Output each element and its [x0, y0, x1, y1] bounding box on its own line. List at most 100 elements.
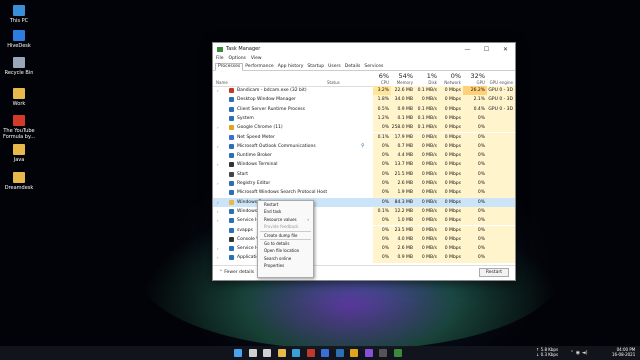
start-icon[interactable]	[234, 349, 242, 357]
menu-options[interactable]: Options	[229, 56, 246, 61]
context-menu-item[interactable]: Create dump file	[258, 232, 313, 239]
search-icon[interactable]	[248, 349, 257, 357]
cell-network: 0 Mbps	[439, 86, 463, 96]
recycle-bin-icon	[13, 57, 25, 68]
column-gpu-engine[interactable]: GPU engine	[487, 80, 513, 85]
table-row[interactable]: Desktop Window Manager 1.8% 34.0 MB 0 MB/s 0…	[213, 95, 515, 105]
title-bar[interactable]: Task Manager — ☐ ✕	[213, 43, 515, 55]
network-icon[interactable]: ◉	[576, 350, 580, 356]
context-menu-item[interactable]: Go to details	[258, 240, 313, 247]
task-manager-icon	[217, 46, 223, 52]
cell-network: 0 Mbps	[439, 123, 463, 133]
expand-chevron-icon[interactable]: ›	[217, 209, 219, 214]
context-menu-item[interactable]: Open file location	[258, 247, 313, 254]
bandicam-icon[interactable]	[306, 349, 315, 357]
cell-disk: 0 MB/s	[415, 141, 439, 152]
cell-cpu: 0.1%	[373, 206, 391, 217]
table-row[interactable]: Start 0% 21.5 MB 0 MB/s 0 Mbps 0%	[213, 169, 515, 179]
cell-gpu: 26.2%	[463, 86, 487, 96]
tab-app-history[interactable]: App history	[276, 64, 306, 70]
minimize-button[interactable]: —	[458, 46, 477, 53]
expand-chevron-icon[interactable]: ›	[217, 200, 219, 205]
tab-details[interactable]: Details	[343, 64, 363, 70]
expand-chevron-icon[interactable]: ›	[217, 162, 219, 167]
table-row[interactable]: › Google Chrome (11) 0% 258.0 MB 0.1 MB/s 0 M…	[213, 123, 515, 133]
restart-button[interactable]: Restart	[478, 268, 509, 277]
column-network[interactable]: 0% Network	[439, 72, 461, 85]
desktop-icon[interactable]: Dreamdesk	[2, 172, 36, 191]
process-name: Start	[237, 171, 248, 177]
tab-processes[interactable]: Processes	[215, 63, 244, 71]
fewer-details-button[interactable]: ⌃ Fewer details	[219, 270, 254, 275]
desktop-icon[interactable]: The YouTube Formula by...	[2, 115, 36, 140]
chrome-icon[interactable]	[350, 349, 358, 357]
menu-view[interactable]: View	[251, 56, 262, 61]
table-row[interactable]: › Windows Terminal 0% 13.7 MB 0 MB/s 0 Mbps 0%	[213, 160, 515, 170]
table-row[interactable]: System 1.2% 0.1 MB 0.1 MB/s 0 Mbps 0%	[213, 113, 515, 124]
expand-chevron-icon[interactable]: ›	[217, 125, 219, 130]
tab-startup[interactable]: Startup	[305, 64, 326, 70]
expand-chevron-icon[interactable]: ›	[217, 255, 219, 260]
table-row[interactable]: Microsoft Windows Search Protocol Host 0%…	[213, 188, 515, 198]
process-icon	[229, 115, 234, 121]
app-icon[interactable]	[364, 349, 373, 357]
close-button[interactable]: ✕	[496, 46, 515, 53]
column-gpu[interactable]: 32% GPU	[463, 72, 485, 85]
tab-services[interactable]: Services	[362, 64, 385, 70]
column-name[interactable]: Name	[216, 80, 228, 85]
cell-gpu: 0%	[463, 123, 487, 133]
net-speed-meter[interactable]: ↑ 5.8 Kbps ↓ 0.3 Kbps	[536, 347, 558, 357]
expand-chevron-icon[interactable]: ›	[217, 246, 219, 251]
context-menu-item[interactable]: End task	[258, 208, 313, 215]
tab-users[interactable]: Users	[326, 64, 343, 70]
context-menu-item[interactable]: Resource values ›	[258, 216, 313, 223]
desktop-icon[interactable]: Java	[2, 144, 36, 163]
cell-disk: 0.1 MB/s	[415, 104, 439, 114]
expand-chevron-icon[interactable]: ›	[217, 181, 219, 186]
desktop-icon[interactable]: Recycle Bin	[2, 57, 36, 76]
column-status[interactable]: Status	[327, 80, 340, 85]
tab-performance[interactable]: Performance	[243, 64, 276, 70]
cell-memory: 12.2 MB	[391, 206, 415, 217]
volume-icon[interactable]: ◄)	[582, 350, 588, 356]
desktop-icon[interactable]: This PC	[2, 5, 36, 24]
cell-memory: 1.9 MB	[391, 188, 415, 198]
cell-network: 0 Mbps	[439, 104, 463, 114]
window-title: Task Manager	[226, 46, 261, 52]
mail-icon[interactable]	[335, 349, 344, 357]
file-explorer-icon[interactable]	[277, 349, 286, 357]
expand-chevron-icon[interactable]: ›	[217, 144, 219, 149]
edge-icon[interactable]	[292, 349, 300, 357]
task-view-icon[interactable]	[263, 349, 271, 357]
context-menu-item[interactable]: Search online	[258, 255, 313, 262]
table-row[interactable]: › Registry Editor 0% 2.6 MB 0 MB/s 0 Mbps 0%	[213, 179, 515, 189]
expand-chevron-icon[interactable]: ›	[217, 88, 219, 93]
cell-gpu-engine	[487, 188, 515, 198]
context-menu-item[interactable]: Restart	[258, 201, 313, 208]
context-menu-item[interactable]: Properties	[258, 262, 313, 269]
table-row[interactable]: Client Server Runtime Process 0.5% 0.9 MB 0…	[213, 104, 515, 114]
process-name: Google Chrome (11)	[237, 125, 283, 131]
cell-gpu: 0%	[463, 216, 487, 226]
table-row[interactable]: Runtime Broker 0% 4.4 MB 0 MB/s 0 Mbps 0%	[213, 151, 515, 161]
menu-file[interactable]: File	[216, 56, 224, 61]
table-row[interactable]: › Microsoft Outlook Communications ⚲ 0% 0.7 …	[213, 141, 515, 152]
clock[interactable]: 04:00 PM 16-08-2021	[612, 347, 635, 357]
cell-network: 0 Mbps	[439, 179, 463, 189]
expand-chevron-icon[interactable]: ›	[217, 218, 219, 223]
table-row[interactable]: Net Speed Meter 0.1% 17.9 MB 0 MB/s 0 Mbps 0%	[213, 132, 515, 142]
store-icon[interactable]	[321, 349, 329, 357]
maximize-button[interactable]: ☐	[477, 46, 496, 53]
task-manager-icon[interactable]	[393, 349, 402, 357]
column-headers: Name Status 6% CPU 54% Memory 1% Disk 0% Net…	[213, 71, 515, 87]
desktop-icon[interactable]: Work	[2, 88, 36, 107]
chevron-up-icon[interactable]: ⌃	[570, 350, 574, 356]
cell-memory: 23.5 MB	[391, 225, 415, 235]
desktop-icon[interactable]: HiveDesk	[2, 30, 36, 49]
terminal-icon[interactable]	[379, 349, 387, 357]
table-row[interactable]: › Bandicam - bdcam.exe (32 bit) 3.2% 22.6 M…	[213, 86, 515, 96]
column-disk[interactable]: 1% Disk	[415, 72, 437, 85]
column-cpu[interactable]: 6% CPU	[373, 72, 389, 85]
column-memory[interactable]: 54% Memory	[391, 72, 413, 85]
cell-gpu: 0%	[463, 151, 487, 161]
